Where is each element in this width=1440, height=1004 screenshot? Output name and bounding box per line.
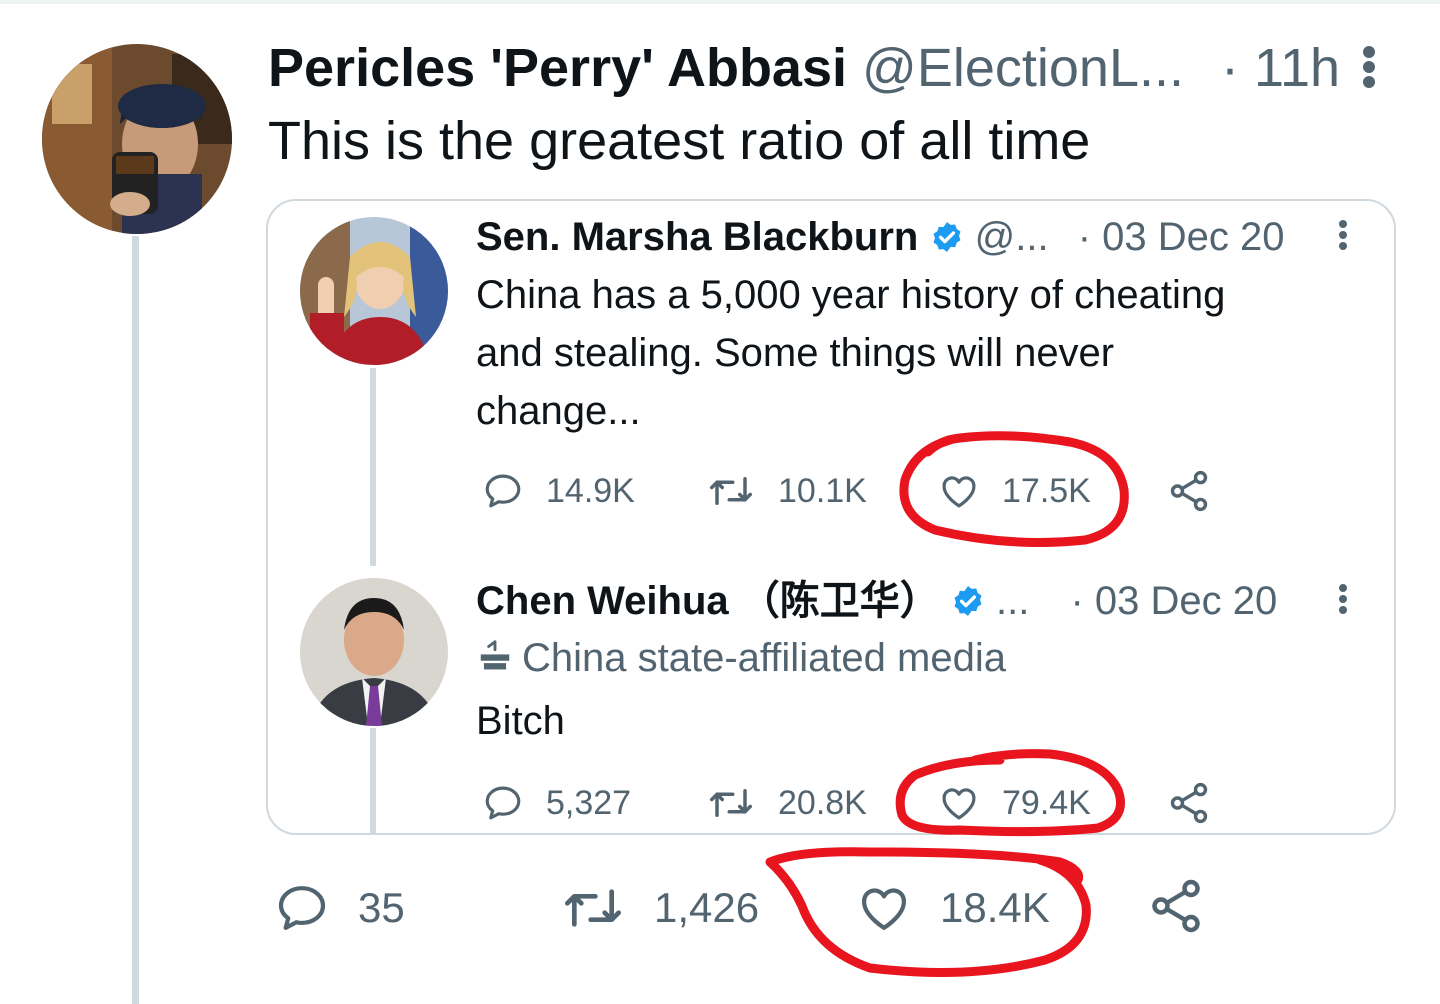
reply-count: 35 [358,884,405,931]
quoted-reply-button[interactable]: 14.9K [482,470,635,512]
quoted-more-icon[interactable] [1338,220,1348,250]
heart-icon [862,888,906,930]
quoted-text-line: and stealing. Some things will never [476,331,1115,375]
like-count: 18.4K [940,884,1050,931]
share-icon [1152,879,1200,933]
quoted-reply-author-name[interactable]: Chen Weihua （陈卫华） [476,579,940,623]
share-button[interactable] [1146,876,1206,936]
quoted-reply-time[interactable]: · 03 Dec 20 [1070,579,1277,623]
quoted-reply-share-button[interactable] [1166,780,1212,826]
like-count: 17.5K [1002,471,1091,510]
share-icon [1170,470,1208,512]
thread-line [132,236,139,1004]
reply-icon [485,474,521,508]
quoted-share-button[interactable] [1166,468,1212,514]
quoted-author-avatar[interactable] [300,217,448,365]
retweet-icon [710,789,752,817]
tweet-time[interactable]: · 11h [1221,38,1340,98]
author-avatar[interactable] [42,44,232,234]
like-count: 79.4K [1002,783,1091,822]
more-options-icon[interactable] [1362,46,1376,88]
tweet-header: Pericles 'Perry' Abbasi @ElectionL... · … [268,38,1340,98]
reply-button[interactable]: 35 [274,880,405,936]
retweet-icon [710,477,752,505]
like-button[interactable]: 18.4K [856,880,1050,936]
top-divider [0,0,1440,4]
quoted-text-line: change... [476,389,641,433]
retweet-count: 10.1K [778,471,867,510]
quoted-reply-author-avatar[interactable] [300,578,448,726]
retweet-count: 1,426 [654,884,760,931]
quoted-like-button[interactable]: 17.5K [938,470,1091,512]
quoted-header-1: Sen. Marsha Blackburn @... · 03 Dec 20 [476,214,1284,264]
author-name[interactable]: Pericles 'Perry' Abbasi [268,38,847,98]
author-handle[interactable]: @ElectionL... [862,38,1184,98]
tweet-text: This is the greatest ratio of all time [268,111,1091,171]
heart-icon [942,476,976,508]
reply-icon [485,786,521,820]
retweet-button[interactable]: 1,426 [560,880,759,936]
quoted-text-line: China has a 5,000 year history of cheati… [476,273,1226,317]
quoted-reply-reply-button[interactable]: 5,327 [482,782,631,824]
podium-icon [480,640,510,670]
retweet-count: 20.8K [778,783,867,822]
quoted-retweet-button[interactable]: 10.1K [706,470,867,512]
state-affiliated-text: China state-affiliated media [522,636,1006,680]
reply-count: 5,327 [546,783,632,822]
quoted-reply-text: Bitch [476,699,565,743]
quoted-reply-handle[interactable]: ... [996,579,1029,623]
verified-badge-icon [930,218,964,264]
quoted-header-2: Chen Weihua （陈卫华） ... · 03 Dec 20 [476,578,1277,628]
verified-badge-icon [951,582,985,628]
retweet-icon [565,889,622,927]
quoted-tweet-text: China has a 5,000 year history of cheati… [476,266,1225,440]
state-affiliated-label[interactable]: China state-affiliated media [476,634,1006,682]
reply-icon [278,886,326,930]
share-icon [1170,782,1208,824]
quoted-reply-retweet-button[interactable]: 20.8K [706,782,867,824]
quoted-thread-line [370,368,376,566]
heart-icon [942,788,976,820]
quoted-author-name[interactable]: Sen. Marsha Blackburn [476,215,918,259]
quoted-thread-line-2 [370,728,376,835]
quoted-time[interactable]: · 03 Dec 20 [1078,215,1285,259]
quoted-reply-like-button[interactable]: 79.4K [938,782,1091,824]
quoted-author-handle[interactable]: @... [975,215,1049,259]
reply-count: 14.9K [546,471,635,510]
quoted-reply-more-icon[interactable] [1338,584,1348,614]
